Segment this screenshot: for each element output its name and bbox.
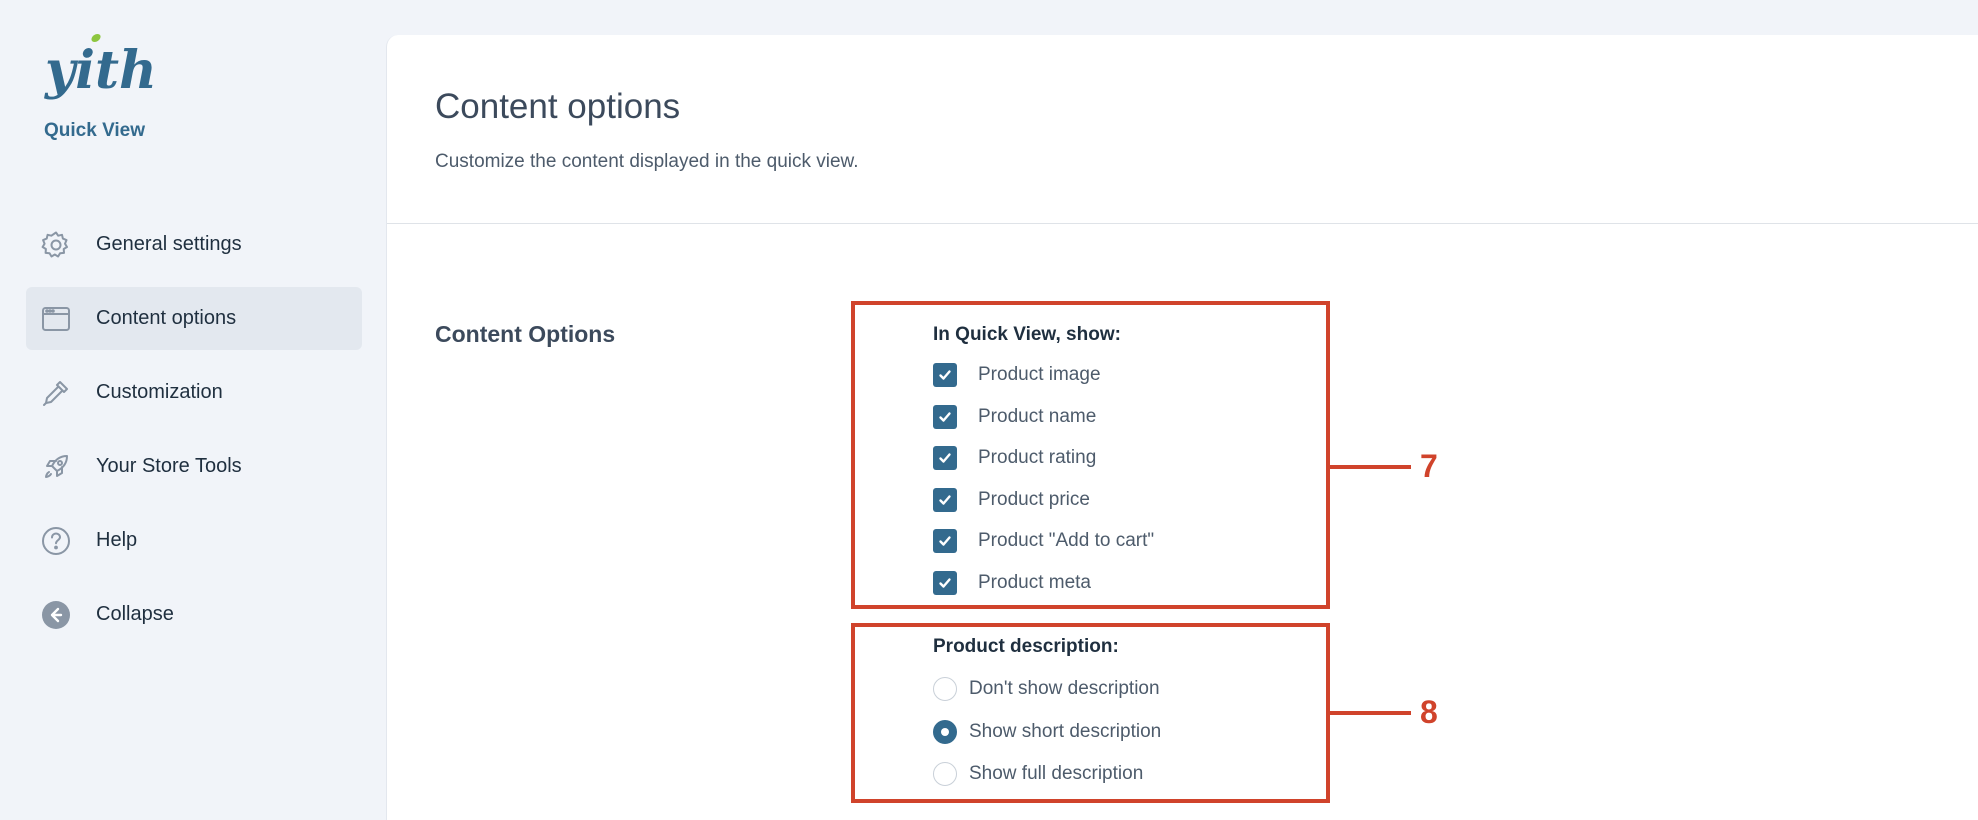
sidebar-item-label: General settings — [96, 233, 242, 255]
sidebar-item-content-options[interactable]: Content options — [26, 287, 362, 350]
sidebar-item-general-settings[interactable]: General settings — [26, 213, 362, 276]
window-icon — [40, 303, 72, 335]
sidebar-item-label: Collapse — [96, 603, 174, 625]
arrow-left-circle-icon — [40, 599, 72, 631]
rocket-icon — [40, 451, 72, 483]
page-description: Customize the content displayed in the q… — [435, 151, 859, 172]
annotation-box-7 — [851, 301, 1330, 609]
gear-icon — [40, 229, 72, 261]
svg-text:yith: yith — [44, 40, 153, 101]
eyedropper-icon — [40, 377, 72, 409]
sidebar: yith Quick View General settings Content… — [0, 0, 386, 820]
sidebar-item-label: Content options — [96, 307, 237, 329]
section-label: Content Options — [435, 321, 616, 347]
help-circle-icon — [40, 525, 72, 557]
sidebar-item-collapse[interactable]: Collapse — [26, 583, 362, 646]
annotation-number-7: 7 — [1420, 448, 1438, 484]
sidebar-item-label: Your Store Tools — [96, 455, 242, 477]
header-divider — [387, 223, 1978, 224]
page-title: Content options — [435, 87, 681, 126]
sidebar-item-help[interactable]: Help — [26, 509, 362, 572]
plugin-name: Quick View — [44, 120, 146, 141]
sidebar-nav: General settings Content options Customi… — [26, 213, 362, 657]
sidebar-item-your-store-tools[interactable]: Your Store Tools — [26, 435, 362, 498]
annotation-number-8: 8 — [1420, 694, 1438, 730]
sidebar-item-customization[interactable]: Customization — [26, 361, 362, 424]
sidebar-item-label: Help — [96, 529, 138, 551]
annotation-line-7 — [1328, 465, 1411, 469]
sidebar-item-label: Customization — [96, 381, 223, 403]
annotation-line-8 — [1328, 711, 1411, 715]
yith-logo: yith — [44, 33, 153, 101]
annotation-box-8 — [851, 623, 1330, 803]
